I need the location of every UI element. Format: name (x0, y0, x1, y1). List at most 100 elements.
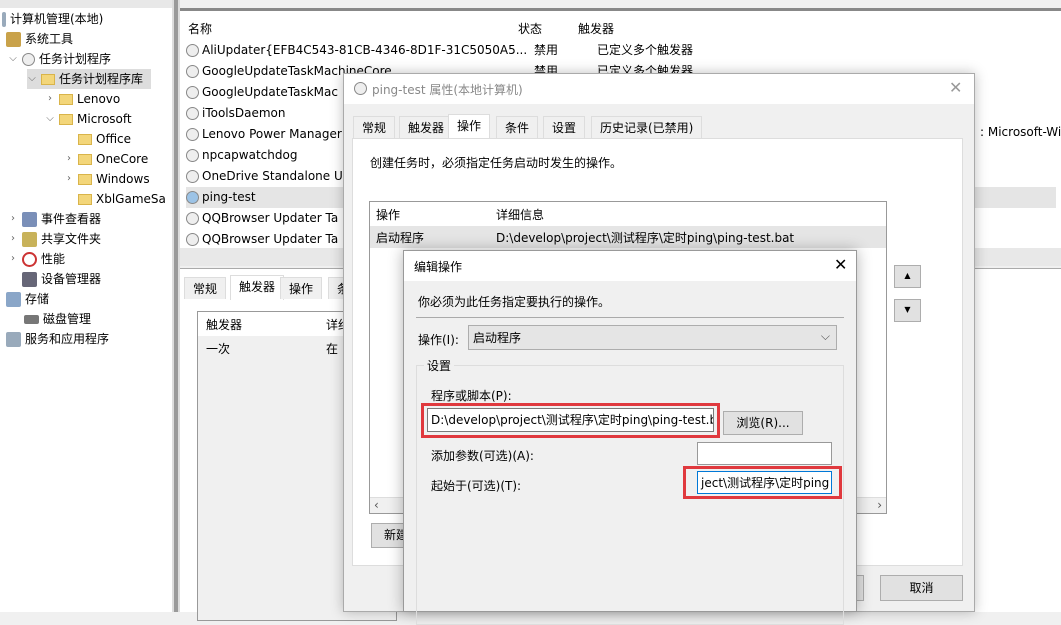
tree-item-task-library[interactable]: ⌵ 任务计划程序库 (27, 69, 152, 89)
clock-icon (186, 170, 199, 183)
action-select-value: 启动程序 (473, 331, 522, 345)
chevron-down-icon[interactable]: ⌵ (45, 109, 55, 129)
trigger-detail-text: : Microsoft-Wi (980, 125, 1061, 139)
tab-conditions[interactable]: 条件 (496, 116, 539, 138)
pane-splitter[interactable] (172, 0, 180, 612)
chevron-right-icon[interactable]: › (64, 169, 74, 189)
folder-icon (78, 193, 92, 205)
arguments-label: 添加参数(可选)(A): (431, 449, 534, 463)
tab-settings[interactable]: 设置 (543, 116, 586, 138)
trigger-cell[interactable]: 一次 (206, 340, 230, 357)
tree-item-device-manager[interactable]: 设备管理器 (8, 269, 101, 289)
performance-icon (22, 251, 37, 267)
move-up-button[interactable]: ▲ (894, 265, 921, 288)
trigger-detail-cell[interactable]: 在 (326, 340, 338, 357)
settings-group-label: 设置 (424, 357, 455, 374)
action-type-cell: 启动程序 (376, 231, 425, 245)
tree-item-performance[interactable]: › 性能 (8, 249, 65, 269)
folder-icon (78, 133, 92, 145)
column-header-name[interactable]: 名称 (188, 19, 212, 39)
clock-icon (186, 65, 199, 78)
folder-clock-icon (41, 73, 55, 85)
start-in-label: 起始于(可选)(T): (431, 479, 522, 493)
tree-item-system-tools[interactable]: 系统工具 (6, 29, 73, 49)
computer-management-icon (2, 11, 6, 27)
storage-icon (6, 291, 21, 307)
edit-action-dialog: 编辑操作 ✕ 你必须为此任务指定要执行的操作。 操作(I): 启动程序 ⌵ 设置… (403, 250, 857, 625)
tree-item-task-scheduler[interactable]: ⌵ 任务计划程序 (8, 49, 111, 69)
program-label: 程序或脚本(P): (431, 389, 512, 403)
folder-icon (78, 153, 92, 165)
start-in-input[interactable]: ject\测试程序\定时ping (697, 471, 832, 494)
move-down-button[interactable]: ▼ (894, 299, 921, 322)
device-manager-icon (22, 271, 37, 287)
tools-icon (6, 31, 21, 47)
browse-button[interactable]: 浏览(R)... (723, 411, 803, 435)
services-icon (6, 331, 21, 347)
column-header-details[interactable]: 详细信息 (496, 206, 544, 223)
tree-item-xblgamesave[interactable]: XblGameSa (64, 189, 166, 209)
separator (416, 317, 844, 318)
dialog-description: 你必须为此任务指定要执行的操作。 (418, 295, 611, 309)
clock-icon (354, 82, 367, 95)
column-header-action[interactable]: 操作 (376, 206, 400, 223)
navigation-tree: 计算机管理(本地) 系统工具 ⌵ 任务计划程序 ⌵ 任务计划程序库 › Lenovo … (0, 0, 172, 612)
actions-description: 创建任务时，必须指定任务启动时发生的操作。 (370, 156, 623, 170)
close-icon[interactable]: ✕ (834, 255, 847, 274)
tree-item-windows[interactable]: › Windows (64, 169, 150, 189)
chevron-right-icon[interactable]: › (45, 89, 55, 109)
tab-triggers[interactable]: 触发器 (399, 116, 454, 138)
tree-item-shared-folders[interactable]: › 共享文件夹 (8, 229, 101, 249)
tree-item-microsoft[interactable]: ⌵ Microsoft (45, 109, 131, 129)
clock-icon (186, 86, 199, 99)
shared-folder-icon (22, 231, 37, 247)
event-viewer-icon (22, 211, 37, 227)
tab-history[interactable]: 历史记录(已禁用) (591, 116, 703, 138)
action-select[interactable]: 启动程序 ⌵ (468, 325, 837, 350)
chevron-right-icon[interactable]: › (8, 209, 18, 229)
tab-triggers[interactable]: 触发器 (230, 275, 285, 300)
chevron-right-icon[interactable]: › (8, 229, 18, 249)
chevron-down-icon[interactable]: ⌵ (27, 69, 37, 89)
disk-icon (24, 314, 39, 324)
dialog-title: ping-test 属性(本地计算机) (372, 83, 523, 97)
task-trigger: 已定义多个触发器 (597, 43, 694, 57)
tab-actions[interactable]: 操作 (280, 277, 323, 299)
chevron-down-icon: ⌵ (820, 329, 830, 343)
task-status: 禁用 (534, 43, 559, 57)
clock-icon (186, 44, 199, 57)
column-header-status[interactable]: 状态 (518, 19, 542, 39)
tree-item-onecore[interactable]: › OneCore (64, 149, 148, 169)
task-name: AliUpdater{EFB4C543-81CB-4346-8D1F-31C50… (202, 43, 528, 57)
program-input[interactable]: D:\develop\project\测试程序\定时ping\ping-test… (427, 408, 714, 432)
tree-item-lenovo[interactable]: › Lenovo (45, 89, 120, 109)
chevron-right-icon[interactable]: › (64, 149, 74, 169)
chevron-right-icon[interactable]: › (8, 249, 18, 269)
tree-item-event-viewer[interactable]: › 事件查看器 (8, 209, 101, 229)
column-header-trigger[interactable]: 触发器 (578, 19, 614, 39)
column-header-trigger[interactable]: 触发器 (206, 316, 242, 333)
action-label: 操作(I): (418, 333, 459, 347)
folder-icon (59, 93, 73, 105)
clock-icon (186, 233, 199, 246)
tab-general[interactable]: 常规 (353, 116, 396, 138)
tree-item-office[interactable]: Office (64, 129, 131, 149)
tree-item-disk-management[interactable]: 磁盘管理 (24, 309, 91, 329)
tree-item-computer-management[interactable]: 计算机管理(本地) (2, 9, 103, 29)
clock-icon (186, 128, 199, 141)
cancel-button[interactable]: 取消 (880, 575, 963, 601)
folder-icon (78, 173, 92, 185)
clock-icon (186, 191, 199, 204)
chevron-down-icon[interactable]: ⌵ (8, 49, 18, 69)
close-icon[interactable]: ✕ (949, 78, 962, 97)
tree-item-storage[interactable]: 存储 (6, 289, 49, 309)
tree-item-services-apps[interactable]: 服务和应用程序 (6, 329, 109, 349)
tab-general[interactable]: 常规 (184, 277, 227, 299)
dialog-title: 编辑操作 (414, 260, 463, 274)
task-row[interactable]: AliUpdater{EFB4C543-81CB-4346-8D1F-31C50… (186, 40, 1056, 61)
folder-icon (59, 113, 73, 125)
action-detail-cell: D:\develop\project\测试程序\定时ping\ping-test… (496, 231, 795, 245)
clock-icon (186, 149, 199, 162)
tab-actions[interactable]: 操作 (448, 114, 491, 139)
arguments-input[interactable] (697, 442, 832, 465)
